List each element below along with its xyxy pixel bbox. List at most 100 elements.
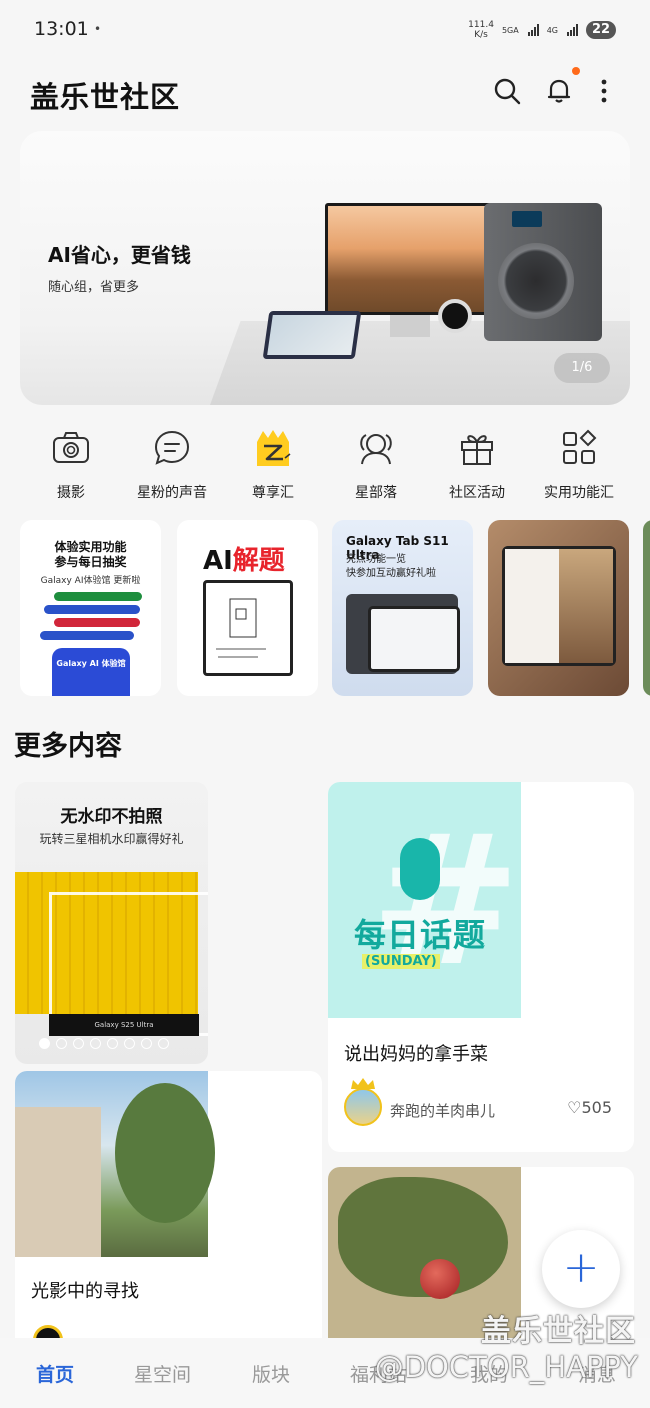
banner-tv-stand bbox=[390, 315, 430, 337]
banner-title: AI省心，更省钱 bbox=[48, 243, 191, 267]
card-b-text: 说出妈妈的拿手菜 bbox=[344, 1044, 488, 1065]
card-c-image bbox=[15, 1071, 215, 1257]
promo1-title: 体验实用功能 参与每日抽奖 bbox=[20, 540, 161, 570]
network-speed-value: 111.4 bbox=[468, 20, 494, 30]
apps-grid-icon bbox=[559, 428, 599, 468]
plus-icon: + bbox=[562, 1242, 600, 1293]
promo3-tablet-front bbox=[368, 606, 460, 672]
carousel-dot bbox=[56, 1038, 67, 1049]
banner-subtitle: 随心组，省更多 bbox=[48, 280, 140, 295]
promo2-title: AI解题 bbox=[203, 540, 285, 577]
banner-page-indicator: 1/6 bbox=[554, 353, 610, 383]
hashtag-graphic: # bbox=[370, 797, 521, 1006]
card-b-username[interactable]: 奔跑的羊肉串儿 bbox=[390, 1100, 495, 1121]
like-button[interactable]: ♡505 bbox=[567, 1098, 612, 1117]
shortcut-tribe[interactable]: 星部落 bbox=[326, 428, 426, 502]
card-b-image: # 每日话题 (SUNDAY) bbox=[328, 782, 521, 1018]
promo1-chip bbox=[40, 631, 134, 640]
crown-z-icon bbox=[253, 428, 293, 468]
shortcut-label: 社区活动 bbox=[449, 485, 505, 501]
content-card-light-shadow[interactable]: 光影中的寻找 bbox=[15, 1071, 322, 1351]
promo1-phone-text: Galaxy AI 体验馆 bbox=[56, 659, 126, 668]
like-count: 505 bbox=[581, 1098, 612, 1117]
promo1-title-line2: 参与每日抽奖 bbox=[54, 555, 127, 569]
shortcut-premium[interactable]: 尊享汇 bbox=[223, 428, 323, 502]
network-speed-unit: K/s bbox=[474, 30, 488, 40]
carousel-dot bbox=[39, 1038, 50, 1049]
promo2-tablet-image bbox=[203, 580, 293, 676]
signal1-icon bbox=[527, 24, 539, 36]
card-b-image-tag: (SUNDAY) bbox=[362, 954, 440, 969]
card-a-subtitle: 玩转三星相机水印赢得好礼 bbox=[39, 832, 184, 846]
avatar[interactable] bbox=[344, 1088, 382, 1126]
promo1-phone-image: Galaxy AI 体验馆 bbox=[52, 648, 130, 696]
card-a-caption: Galaxy S25 Ultra bbox=[49, 1014, 199, 1036]
promo1-title-line1: 体验实用功能 bbox=[54, 540, 127, 554]
page-title: 盖乐世社区 bbox=[30, 80, 181, 114]
heart-icon: ♡ bbox=[567, 1098, 582, 1117]
people-icon bbox=[356, 428, 396, 468]
status-dot: • bbox=[94, 22, 102, 36]
promo1-chip bbox=[44, 605, 140, 614]
content-card-daily-topic[interactable]: # 每日话题 (SUNDAY) 说出妈妈的拿手菜 奔跑的羊肉串儿 ♡505 bbox=[328, 782, 634, 1152]
more-options-icon[interactable] bbox=[590, 76, 620, 106]
carousel-dot bbox=[141, 1038, 152, 1049]
shortcut-label: 实用功能汇 bbox=[544, 485, 614, 501]
promo2-title-prefix: AI bbox=[203, 546, 233, 576]
card-b-image-title: 每日话题 bbox=[354, 916, 487, 954]
shortcut-label: 尊享汇 bbox=[252, 485, 294, 501]
card-c-text: 光影中的寻找 bbox=[31, 1281, 139, 1302]
battery-indicator: 22 bbox=[586, 21, 616, 39]
chat-bubble-icon bbox=[152, 428, 192, 468]
carousel-dots bbox=[0, 1034, 208, 1053]
shortcut-photography[interactable]: 摄影 bbox=[21, 428, 121, 502]
shortcut-fan-voice[interactable]: 星粉的声音 bbox=[122, 428, 222, 502]
promo-card-tab-s11[interactable]: Galaxy Tab S11 Ultra 亮点功能一览 快参加互动赢好礼啦 bbox=[332, 520, 473, 696]
shortcut-community-events[interactable]: 社区活动 bbox=[427, 428, 527, 502]
status-indicators: 111.4 K/s 5GA 4G 22 bbox=[468, 20, 616, 40]
microphone-icon bbox=[400, 838, 440, 900]
shortcut-label: 星部落 bbox=[355, 485, 397, 501]
nav-item-home[interactable]: 首页 bbox=[36, 1360, 74, 1387]
content-card-watermark[interactable]: 无水印不拍照 玩转三星相机水印赢得好礼 Galaxy S25 Ultra bbox=[15, 782, 208, 1064]
promo-card-next[interactable] bbox=[643, 520, 650, 696]
signal2-label: 4G bbox=[546, 25, 558, 35]
promo3-subtitle2: 快参加互动赢好礼啦 bbox=[346, 568, 436, 579]
promo3-subtitle1: 亮点功能一览 bbox=[346, 554, 406, 565]
nav-item-sections[interactable]: 版块 bbox=[252, 1360, 290, 1387]
carousel-dot bbox=[107, 1038, 118, 1049]
banner-phone-image bbox=[262, 311, 362, 359]
promo-banner[interactable]: AI省心，更省钱 随心组，省更多 1/6 bbox=[20, 131, 630, 405]
create-post-button[interactable]: + bbox=[542, 1230, 620, 1308]
signal2-icon bbox=[567, 24, 578, 36]
promo1-chip bbox=[54, 618, 140, 627]
banner-washer-image bbox=[484, 203, 602, 341]
promo-card-fold-device[interactable] bbox=[488, 520, 629, 696]
status-time: 13:01 bbox=[34, 18, 89, 40]
shortcut-label: 摄影 bbox=[57, 485, 85, 501]
carousel-dot bbox=[90, 1038, 101, 1049]
carousel-dot bbox=[124, 1038, 135, 1049]
signal1-label: 5GA bbox=[501, 25, 519, 35]
banner-watch-image bbox=[438, 299, 472, 333]
search-icon[interactable] bbox=[492, 76, 522, 106]
promo-card-ai-solve[interactable]: AI解题 bbox=[177, 520, 318, 696]
promo1-chip bbox=[54, 592, 142, 601]
shortcut-utility-features[interactable]: 实用功能汇 bbox=[529, 428, 629, 502]
promo2-title-accent: 解题 bbox=[232, 546, 285, 576]
network-speed: 111.4 K/s bbox=[468, 20, 494, 40]
notification-badge bbox=[572, 67, 580, 75]
promo4-device-image bbox=[502, 546, 616, 666]
banner-tv-image bbox=[325, 203, 493, 315]
carousel-dot bbox=[73, 1038, 84, 1049]
card-a-title: 无水印不拍照 bbox=[60, 807, 163, 827]
watermark-site: 盖乐世社区 bbox=[481, 1314, 636, 1349]
watermark-user: @DOCTOR_HAPPY bbox=[374, 1350, 638, 1384]
gift-icon bbox=[457, 428, 497, 468]
promo1-subtitle: Galaxy AI体验馆 更新啦 bbox=[40, 576, 141, 586]
status-bar: 13:01 • 111.4 K/s 5GA 4G 22 bbox=[0, 0, 650, 60]
nav-item-star-space[interactable]: 星空间 bbox=[134, 1360, 191, 1387]
section-title: 更多内容 bbox=[14, 731, 122, 762]
notification-bell-icon[interactable] bbox=[544, 76, 574, 106]
promo-card-ai-experience[interactable]: 体验实用功能 参与每日抽奖 Galaxy AI体验馆 更新啦 Galaxy AI… bbox=[20, 520, 161, 696]
